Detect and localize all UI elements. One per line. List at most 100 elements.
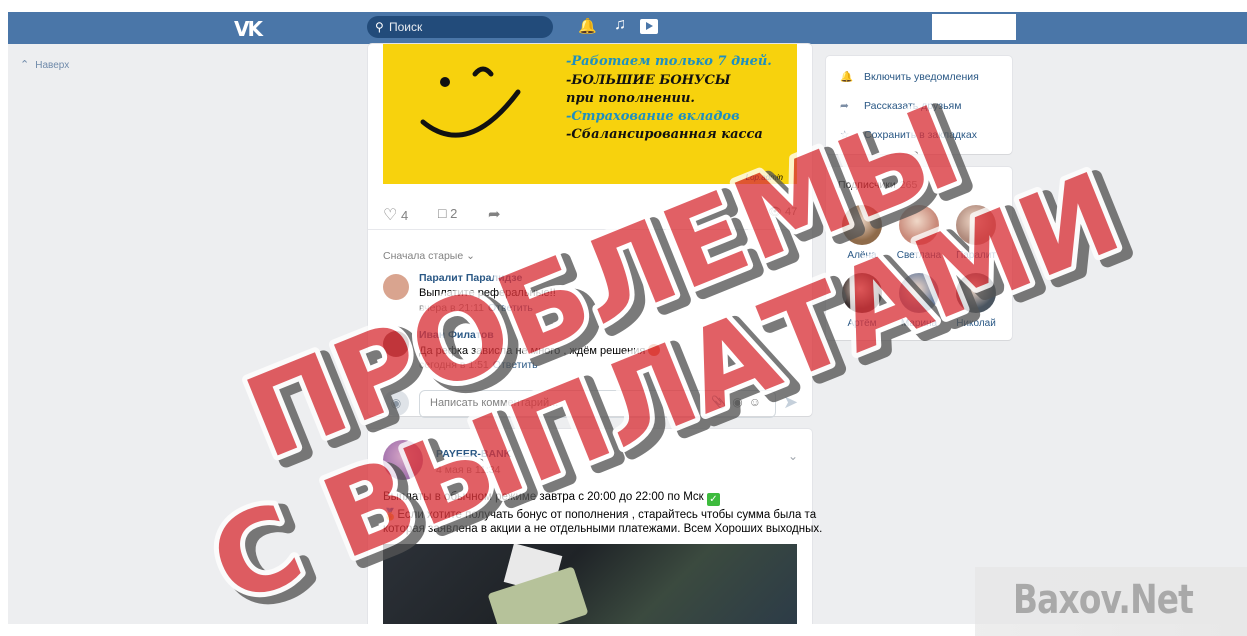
send-icon[interactable]: ➤ xyxy=(783,392,798,413)
avatar[interactable] xyxy=(383,331,409,357)
share-icon: ➦ xyxy=(488,206,501,223)
avatar xyxy=(899,273,939,313)
notifications-bell-icon[interactable]: 🔔 xyxy=(578,17,597,35)
menu-label: Рассказать друзьям xyxy=(864,100,962,112)
views-counter: 👁 47 xyxy=(768,205,797,218)
post-text-line: 🏅Если хотите получать бонус от пополнени… xyxy=(383,507,816,521)
avatar xyxy=(956,205,996,245)
avatar xyxy=(956,273,996,313)
comment-author[interactable]: Иван Филатов xyxy=(419,329,494,341)
menu-label: Сохранить в закладках xyxy=(864,129,977,141)
medal-icon: 🏅 xyxy=(383,509,398,521)
vk-logo[interactable]: VK xyxy=(234,17,263,41)
post-banner-image[interactable]: -Работаем только 7 дней. -БОЛЬШИЕ БОНУСЫ… xyxy=(383,44,797,184)
post-line-1: Выплаты в обычном режиме завтра с 20:00 … xyxy=(383,491,704,503)
heart-icon: ♡ xyxy=(383,207,398,224)
banner-line-4: -Страхование вкладов xyxy=(566,109,740,124)
top-bar: VK ⚲ Поиск 🔔 ♫ xyxy=(8,12,1247,44)
search-placeholder: Поиск xyxy=(389,20,423,34)
comment-button[interactable]: □ 2 xyxy=(438,205,457,221)
subscribers-title[interactable]: Подписчики 265 xyxy=(838,179,917,191)
comment-text-wrap: Да рефка зависла не много , ждём решения xyxy=(419,344,661,357)
comment-placeholder: Написать комментарий... xyxy=(430,397,559,409)
sort-label: Сначала старые xyxy=(383,250,464,262)
avatar xyxy=(899,205,939,245)
subscriber[interactable]: Светлана xyxy=(891,205,947,261)
comment-sort-dropdown[interactable]: Сначала старые ⌄ xyxy=(383,250,475,262)
chevron-down-icon[interactable]: ⌄ xyxy=(788,449,798,463)
bell-icon: 🔔 xyxy=(840,71,854,83)
sad-emoji-icon xyxy=(648,344,661,356)
comment-count: 2 xyxy=(450,206,458,221)
banner-line-1: -Работаем только 7 дней. xyxy=(566,54,772,69)
comment-time[interactable]: сегодня в 1:51 xyxy=(419,359,489,371)
subscriber-name: Марина xyxy=(900,318,938,329)
comment-input[interactable]: Написать комментарий... 📎◉☺ xyxy=(419,390,776,418)
like-count: 4 xyxy=(400,208,409,223)
comment-time[interactable]: вчера в 21:11 xyxy=(419,302,484,314)
like-button[interactable]: ♡ 4 xyxy=(383,205,408,225)
subscriber-name: Светлана xyxy=(896,250,942,261)
enable-notifications-button[interactable]: 🔔 Включить уведомления xyxy=(840,70,979,83)
music-icon[interactable]: ♫ xyxy=(614,16,626,34)
site-watermark: Baxov.Net xyxy=(975,567,1247,636)
post-actions: ♡ 4 □ 2 ➦ 👁 47 xyxy=(368,199,812,230)
search-icon: ⚲ xyxy=(375,20,384,34)
comment-composer: ◉ Написать комментарий... 📎◉☺ ➤ xyxy=(383,390,803,418)
subscribers-count: 265 xyxy=(899,179,918,191)
subscriber[interactable]: Артём xyxy=(834,273,890,329)
subscriber-name: Алёна xyxy=(847,250,877,261)
subscribers-label: Подписчики xyxy=(838,179,896,191)
site-watermark-text: Baxov.Net xyxy=(1013,577,1194,623)
comment-author[interactable]: Паралит Паралидзе xyxy=(419,272,522,284)
menu-label: Включить уведомления xyxy=(864,71,979,83)
chevron-up-icon: ⌃ xyxy=(20,59,30,71)
post-line-2: Если хотите получать бонус от пополнения… xyxy=(397,509,817,521)
comment-meta: вчера в 21:11 Ответить xyxy=(419,302,533,314)
banner-watermark: Lop.admin xyxy=(745,173,783,182)
attach-icons[interactable]: 📎◉☺ xyxy=(711,395,767,409)
group-actions-menu: 🔔 Включить уведомления ➦ Рассказать друзья… xyxy=(826,56,1012,154)
video-icon[interactable] xyxy=(640,19,658,34)
user-menu[interactable] xyxy=(932,14,1016,40)
chevron-down-icon: ⌄ xyxy=(466,250,475,262)
share-icon: ➦ xyxy=(840,100,849,112)
subscriber[interactable]: Марина xyxy=(891,273,947,329)
share-button[interactable]: ➦ xyxy=(488,205,501,223)
avatar[interactable] xyxy=(383,274,409,300)
subscriber[interactable]: Алёна xyxy=(834,205,890,261)
camera-icon: ◉ xyxy=(383,390,409,416)
scroll-up-link[interactable]: ⌃ Наверх xyxy=(20,58,69,71)
banner-line-3: при пополнении. xyxy=(566,91,695,106)
search-input[interactable]: ⚲ Поиск xyxy=(367,16,553,38)
subscriber[interactable]: Паралит xyxy=(948,205,1004,261)
subscriber[interactable]: Николай xyxy=(948,273,1004,329)
comment-icon: □ xyxy=(438,205,447,221)
post-text-line: Выплаты в обычном режиме завтра с 20:00 … xyxy=(383,491,720,506)
banner-line-5: -Сбалансированная касса xyxy=(566,127,763,142)
bookmark-button[interactable]: ☆ Сохранить в закладках xyxy=(840,129,977,141)
star-icon: ☆ xyxy=(840,129,850,141)
post-author[interactable]: PAYEER-BANK xyxy=(436,448,511,460)
avatar[interactable] xyxy=(383,440,423,480)
comment-text: Да рефка зависла не много , ждём решения xyxy=(419,345,646,357)
subscriber-name: Николай xyxy=(956,318,996,329)
comment-text: Выплатите реферальные!! xyxy=(419,287,556,299)
post-photo[interactable] xyxy=(383,544,797,624)
banner-line-2: -БОЛЬШИЕ БОНУСЫ xyxy=(566,73,731,88)
scroll-up-label: Наверх xyxy=(35,60,70,71)
views-count: 47 xyxy=(785,206,798,218)
avatar xyxy=(842,205,882,245)
tell-friends-button[interactable]: ➦ Рассказать друзьям xyxy=(840,100,961,112)
comment-meta: сегодня в 1:51 Ответить xyxy=(419,359,538,371)
checkmark-icon: ✓ xyxy=(706,493,720,506)
eye-icon: 👁 xyxy=(768,206,782,218)
subscriber-name: Паралит xyxy=(956,250,996,261)
post-date[interactable]: 4 мая в 11:34 xyxy=(436,464,500,476)
reply-button[interactable]: Ответить xyxy=(488,302,533,314)
post-line-3: которая заявлена в акции а не отдельными… xyxy=(383,523,823,535)
wall-post: -Работаем только 7 дней. -БОЛЬШИЕ БОНУСЫ… xyxy=(368,44,812,418)
reply-button[interactable]: Ответить xyxy=(493,359,538,371)
vk-page: VK ⚲ Поиск 🔔 ♫ ⌃ Наверх -Работаем только … xyxy=(8,12,1247,624)
subscribers-block: Подписчики 265 Алёна Светлана Паралит Арт… xyxy=(826,167,1012,340)
